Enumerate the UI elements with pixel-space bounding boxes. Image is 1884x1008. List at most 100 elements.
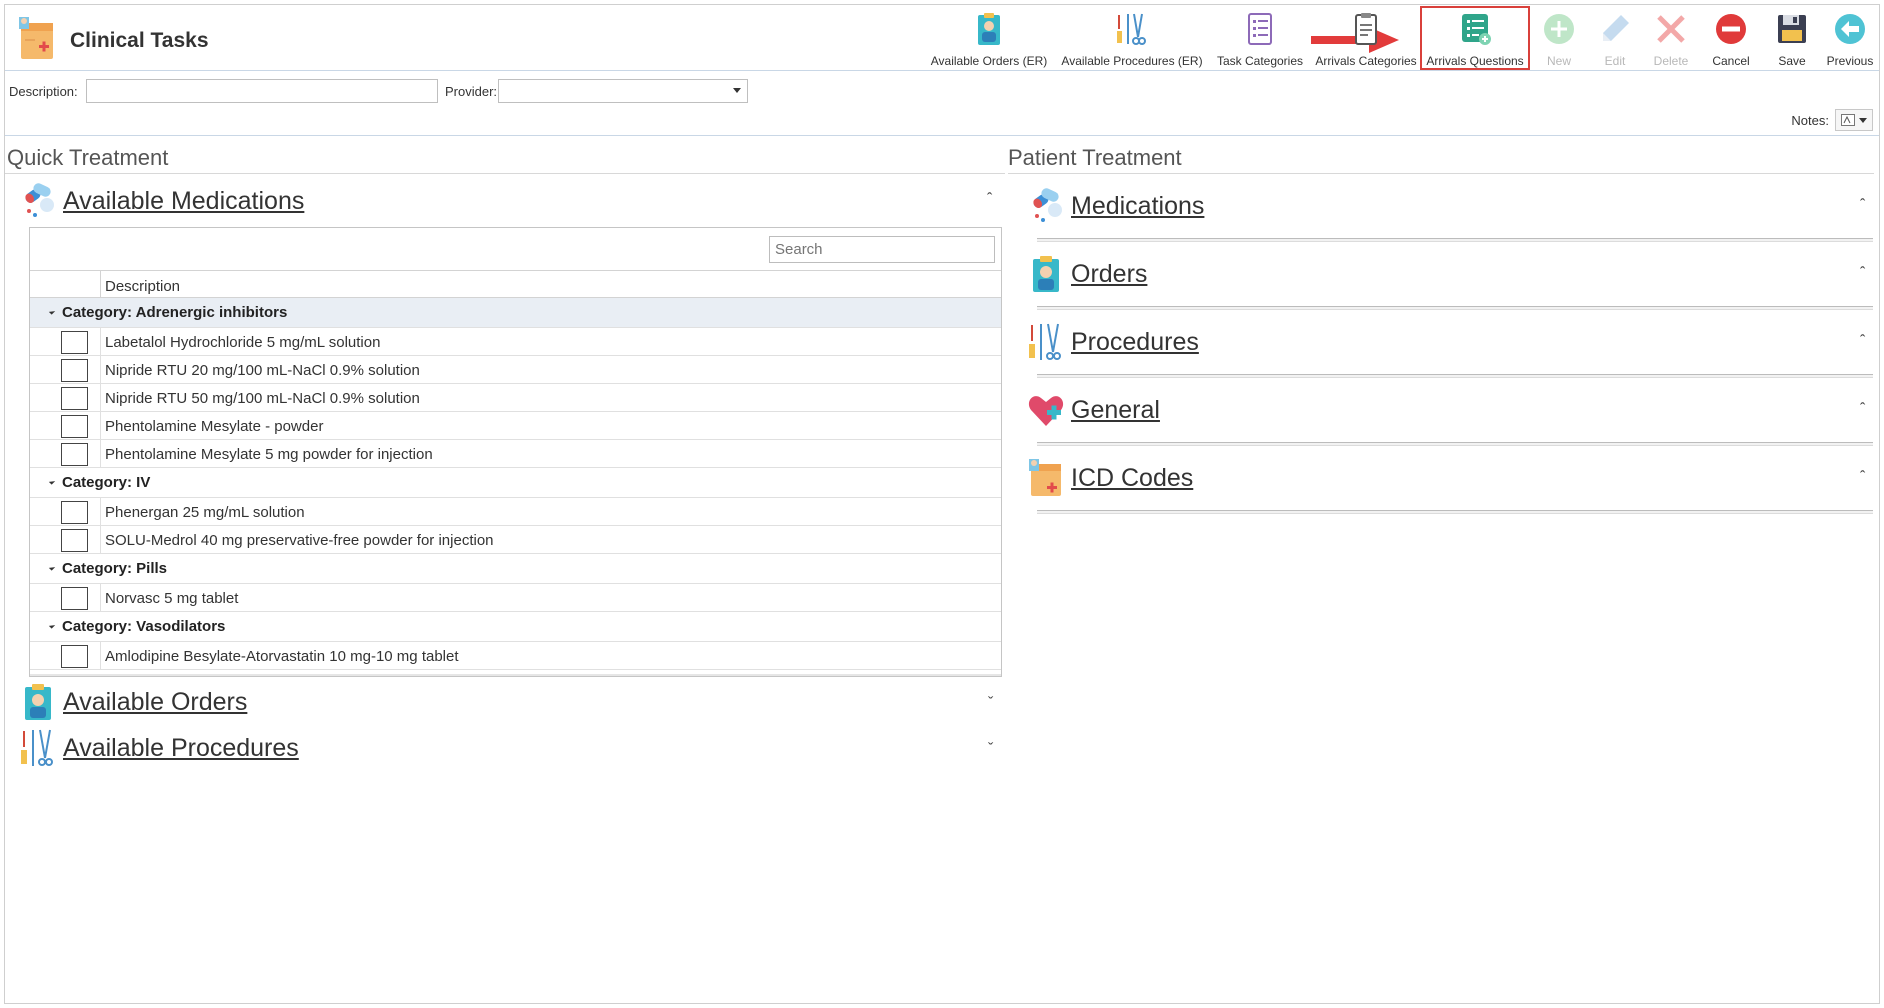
column-header-description[interactable]: Description: [105, 278, 180, 295]
table-row[interactable]: Labetalol Hydrochloride 5 mg/mL solution: [30, 328, 1001, 356]
notes-dropdown-button[interactable]: [1835, 109, 1873, 131]
category-row[interactable]: Category: Vasodilators: [30, 612, 1001, 642]
clipboard-doctor-icon: [1033, 256, 1059, 292]
edit-button[interactable]: Edit: [1587, 5, 1643, 71]
available-procedures-er-button[interactable]: Available Procedures (ER): [1057, 5, 1207, 71]
row-checkbox[interactable]: [61, 501, 88, 524]
pills-icon: [1033, 188, 1062, 222]
patient-medications-header[interactable]: Medications: [1027, 186, 1204, 226]
provider-label: Provider:: [445, 84, 498, 99]
row-checkbox[interactable]: [61, 645, 88, 668]
general-panel: [1037, 442, 1873, 446]
available-orders-header[interactable]: Available Orders: [19, 682, 247, 722]
app-window: Clinical Tasks Available Orders (ER) Ava…: [4, 4, 1880, 1004]
table-row[interactable]: Norvasc 5 mg tablet: [30, 584, 1001, 612]
table-row[interactable]: Nipride RTU 20 mg/100 mL-NaCl 0.9% solut…: [30, 356, 1001, 384]
patient-procedures-header[interactable]: Procedures: [1027, 322, 1199, 362]
medications-grid: Description Category: Adrenergic inhibit…: [29, 227, 1002, 677]
table-row[interactable]: Phentolamine Mesylate 5 mg powder for in…: [30, 440, 1001, 468]
patient-icd-codes-header[interactable]: ICD Codes: [1027, 458, 1193, 498]
surgical-tools-icon: [1029, 323, 1061, 360]
table-row[interactable]: Nipride RTU 50 mg/100 mL-NaCl 0.9% solut…: [30, 384, 1001, 412]
surgical-tools-icon: [1117, 13, 1146, 45]
table-row[interactable]: Phenergan 25 mg/mL solution: [30, 498, 1001, 526]
available-procedures-title: Available Procedures: [63, 733, 299, 762]
patient-general-header[interactable]: General: [1027, 390, 1160, 430]
clipboard-doctor-icon: [978, 13, 1000, 45]
previous-button[interactable]: Previous: [1821, 5, 1879, 71]
chevron-up-icon[interactable]: ˆ: [1860, 401, 1865, 419]
available-orders-title: Available Orders: [63, 687, 248, 716]
arrivals-questions-button[interactable]: Arrivals Questions: [1419, 5, 1531, 71]
chevron-up-icon[interactable]: ˆ: [987, 191, 992, 209]
row-checkbox[interactable]: [61, 359, 88, 382]
chevron-up-icon[interactable]: ˆ: [1860, 197, 1865, 215]
cancel-button[interactable]: Cancel: [1699, 5, 1763, 71]
medical-folder-icon: [1029, 459, 1061, 496]
collapse-triangle-icon[interactable]: [48, 478, 56, 485]
table-row[interactable]: Phentolamine Mesylate - powder: [30, 412, 1001, 440]
page-title: Clinical Tasks: [70, 29, 209, 52]
delete-button[interactable]: Delete: [1643, 5, 1699, 71]
filter-row: Description: Provider:: [5, 75, 1879, 105]
available-medications-title: Available Medications: [63, 186, 305, 215]
arrivals-categories-button[interactable]: Arrivals Categories: [1313, 5, 1419, 71]
row-checkbox[interactable]: [61, 331, 88, 354]
category-row[interactable]: Category: Pills: [30, 554, 1001, 584]
provider-select[interactable]: [498, 79, 748, 103]
notes-row: Notes:: [1791, 109, 1873, 131]
procedures-title: Procedures: [1071, 327, 1199, 356]
x-icon: [1657, 15, 1685, 43]
collapse-triangle-icon[interactable]: [48, 564, 56, 571]
table-row[interactable]: Amlodipine Besylate-Atorvastatin 10 mg-1…: [30, 642, 1001, 670]
icd-codes-title: ICD Codes: [1071, 463, 1194, 492]
toolbar: Available Orders (ER) Available Procedur…: [921, 5, 1879, 71]
clipboard-icon: [1355, 13, 1377, 45]
medications-title: Medications: [1071, 191, 1205, 220]
orders-panel: [1037, 306, 1873, 310]
patient-treatment-title: Patient Treatment: [1008, 145, 1182, 170]
surgical-tools-icon: [21, 729, 53, 766]
general-title: General: [1071, 395, 1160, 424]
grid-header: Description: [30, 270, 1001, 299]
patient-orders-header[interactable]: Orders: [1027, 254, 1147, 294]
chevron-up-icon[interactable]: ˆ: [1860, 265, 1865, 283]
checklist-icon: [1248, 13, 1272, 45]
description-input[interactable]: [86, 79, 438, 103]
available-orders-er-button[interactable]: Available Orders (ER): [921, 5, 1057, 71]
available-medications-header[interactable]: Available Medications: [19, 181, 304, 221]
grid-scrollbar[interactable]: [30, 674, 1001, 676]
pills-icon: [25, 183, 54, 217]
search-input[interactable]: [769, 236, 995, 263]
app-header: Clinical Tasks Available Orders (ER) Ava…: [5, 5, 1879, 71]
orders-title: Orders: [1071, 259, 1148, 288]
chevron-up-icon[interactable]: ˆ: [1860, 333, 1865, 351]
chevron-up-icon[interactable]: ˆ: [1860, 469, 1865, 487]
icd-codes-panel: [1037, 510, 1873, 514]
clipboard-doctor-icon: [25, 684, 51, 720]
clinical-tasks-logo-icon: [19, 17, 53, 59]
table-row[interactable]: SOLU-Medrol 40 mg preservative-free powd…: [30, 526, 1001, 554]
chevron-down-icon[interactable]: ˇ: [988, 695, 993, 713]
chevron-down-icon[interactable]: ˇ: [988, 741, 993, 759]
collapse-triangle-icon[interactable]: [48, 622, 56, 629]
row-checkbox[interactable]: [61, 529, 88, 552]
row-checkbox[interactable]: [61, 387, 88, 410]
procedures-panel: [1037, 374, 1873, 378]
available-procedures-header[interactable]: Available Procedures: [19, 728, 299, 768]
no-entry-icon: [1716, 14, 1746, 44]
description-label: Description:: [9, 84, 78, 99]
divider: [1008, 173, 1874, 174]
row-checkbox[interactable]: [61, 443, 88, 466]
heart-plus-icon: [1028, 396, 1064, 426]
save-button[interactable]: Save: [1763, 5, 1821, 71]
collapse-triangle-icon[interactable]: [48, 308, 56, 315]
medications-panel: [1037, 238, 1873, 242]
row-checkbox[interactable]: [61, 587, 88, 610]
row-checkbox[interactable]: [61, 415, 88, 438]
category-row[interactable]: Category: Adrenergic inhibitors: [30, 298, 1001, 328]
category-row[interactable]: Category: IV: [30, 468, 1001, 498]
task-categories-button[interactable]: Task Categories: [1207, 5, 1313, 71]
floppy-disk-icon: [1778, 15, 1806, 43]
new-button[interactable]: New: [1531, 5, 1587, 71]
